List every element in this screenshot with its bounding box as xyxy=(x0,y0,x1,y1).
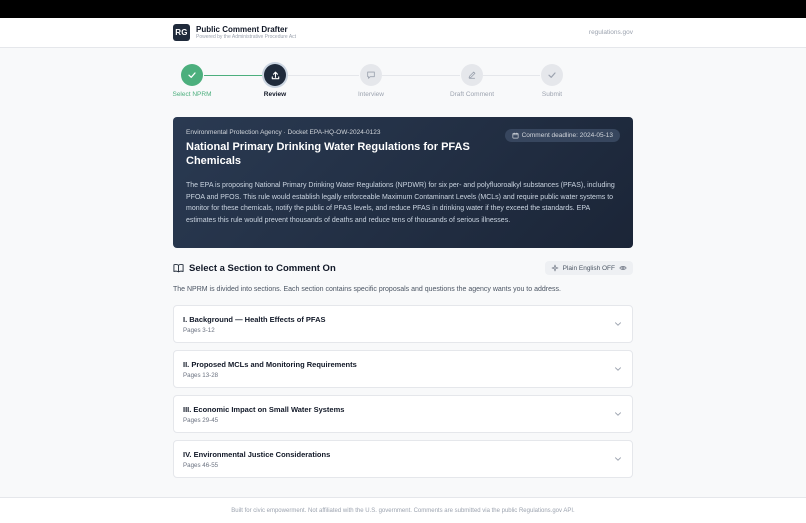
deadline-text: Comment deadline: 2024-05-13 xyxy=(521,132,613,139)
section-name: IV. Environmental Justice Considerations xyxy=(183,449,331,459)
top-black-bar xyxy=(0,0,806,18)
step-label: Interview xyxy=(357,91,384,98)
chat-icon xyxy=(367,71,375,79)
plain-english-toggle[interactable]: Plain English OFF xyxy=(544,261,633,275)
pencil-icon xyxy=(468,71,476,79)
step-draft-comment[interactable]: Draft Comment xyxy=(442,64,502,98)
nprm-description: The EPA is proposing National Primary Dr… xyxy=(186,182,615,224)
section-card[interactable]: IV. Environmental Justice Considerations… xyxy=(173,440,633,478)
chevron-down-icon xyxy=(615,412,621,416)
check-icon xyxy=(188,72,196,78)
footer-text: Built for civic empowerment. Not affilia… xyxy=(231,507,575,514)
deadline-badge: Comment deadline: 2024-05-13 xyxy=(504,129,620,142)
step-submit[interactable]: Submit xyxy=(522,64,582,98)
eye-icon xyxy=(619,266,627,270)
step-label: Submit xyxy=(541,91,563,98)
section-card[interactable]: I. Background — Health Effects of PFAS P… xyxy=(173,305,633,343)
section-card[interactable]: III. Economic Impact on Small Water Syst… xyxy=(173,395,633,433)
nprm-summary-card: Environmental Protection Agency · Docket… xyxy=(173,117,633,248)
step-review[interactable]: Review xyxy=(245,64,305,98)
plain-english-label: Plain English OFF xyxy=(562,264,615,272)
sparkle-icon xyxy=(551,264,558,272)
chevron-down-icon xyxy=(615,367,621,371)
step-interview[interactable]: Interview xyxy=(341,64,401,98)
app-title: Public Comment Drafter xyxy=(196,24,288,34)
book-icon xyxy=(173,264,184,273)
regulations-gov-link[interactable]: regulations.gov xyxy=(589,29,633,36)
app-subtitle: Powered by the Administrative Procedure … xyxy=(196,33,297,40)
calendar-icon xyxy=(512,132,519,139)
step-circle xyxy=(264,64,286,86)
step-label: Draft Comment xyxy=(449,91,495,98)
step-circle xyxy=(360,64,382,86)
step-select-nprm[interactable]: Select NPRM xyxy=(162,64,222,98)
section-name: II. Proposed MCLs and Monitoring Require… xyxy=(183,359,357,369)
step-circle xyxy=(461,64,483,86)
section-list: I. Background — Health Effects of PFAS P… xyxy=(173,305,633,485)
step-circle xyxy=(541,64,563,86)
section-picker-title: Select a Section to Comment On xyxy=(189,262,336,274)
chevron-down-icon xyxy=(615,457,621,461)
app-logo: RG xyxy=(173,24,190,41)
nprm-title: National Primary Drinking Water Regulati… xyxy=(186,141,470,167)
section-picker-header: Select a Section to Comment On Plain Eng… xyxy=(173,261,633,275)
check-icon xyxy=(548,72,556,78)
chevron-down-icon xyxy=(615,322,621,326)
page-footer: Built for civic empowerment. Not affilia… xyxy=(0,497,806,523)
section-card[interactable]: II. Proposed MCLs and Monitoring Require… xyxy=(173,350,633,388)
progress-stepper: Select NPRM Review Interview Draft Comme… xyxy=(0,64,806,100)
section-name: I. Background — Health Effects of PFAS xyxy=(183,314,326,324)
section-pages: Pages 46-55 xyxy=(183,461,219,469)
app-header: RG Public Comment Drafter Powered by the… xyxy=(0,18,806,48)
step-label: Select NPRM xyxy=(172,91,212,98)
section-name: III. Economic Impact on Small Water Syst… xyxy=(183,404,345,414)
section-pages: Pages 3-12 xyxy=(183,326,215,334)
upload-icon xyxy=(271,71,279,79)
step-label: Review xyxy=(263,91,287,98)
section-picker-intro: The NPRM is divided into sections. Each … xyxy=(173,286,561,293)
section-pages: Pages 13-28 xyxy=(183,371,219,379)
brand[interactable]: RG Public Comment Drafter Powered by the… xyxy=(173,24,296,41)
step-circle xyxy=(181,64,203,86)
section-pages: Pages 29-45 xyxy=(183,416,219,424)
